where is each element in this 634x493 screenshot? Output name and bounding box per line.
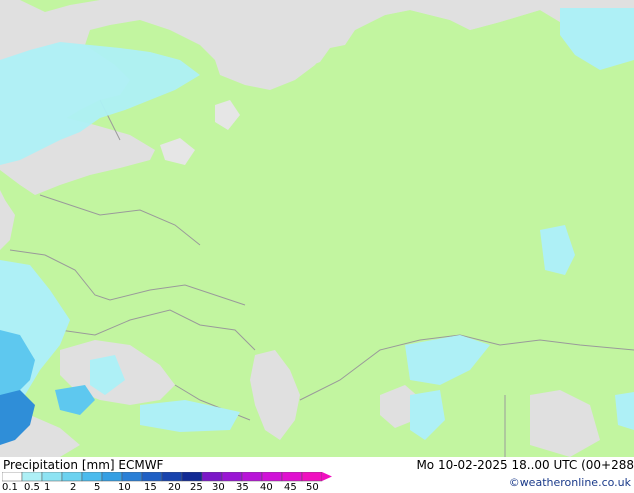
scale-swatch	[301, 472, 323, 482]
scale-arrow	[322, 472, 332, 481]
precipitation-title: Precipitation [mm] ECMWF	[3, 458, 164, 472]
scale-swatch	[81, 472, 103, 482]
scale-tick-label: 45	[284, 482, 297, 493]
scale-swatch	[281, 472, 303, 482]
legend-footer: Precipitation [mm] ECMWF Mo 10-02-2025 1…	[0, 457, 634, 493]
scale-tick-label: 1	[44, 482, 51, 493]
scale-tick-label: 20	[168, 482, 181, 493]
scale-swatch	[101, 472, 123, 482]
scale-swatch	[141, 472, 163, 482]
scale-tick-label: 25	[190, 482, 203, 493]
scale-tick-label: 0.5	[24, 482, 40, 493]
scale-swatch	[261, 472, 283, 482]
scale-swatch	[41, 472, 63, 482]
scale-swatch	[2, 472, 23, 482]
scale-tick-label: 0.1	[2, 482, 18, 493]
scale-tick-label: 2	[70, 482, 77, 493]
scale-tick-label: 30	[212, 482, 225, 493]
scale-tick-label: 15	[144, 482, 157, 493]
scale-swatch	[201, 472, 223, 482]
scale-tick-label: 10	[118, 482, 131, 493]
scale-tick-label: 5	[94, 482, 101, 493]
precipitation-map	[0, 0, 634, 457]
scale-swatch	[241, 472, 263, 482]
credit-text[interactable]: ©weatheronline.co.uk	[509, 476, 631, 489]
scale-tick-label: 40	[260, 482, 273, 493]
scale-swatch	[61, 472, 83, 482]
scale-swatch	[21, 472, 43, 482]
scale-swatch	[121, 472, 143, 482]
scale-swatch	[181, 472, 203, 482]
scale-tick-label: 35	[236, 482, 249, 493]
scale-tick-label: 50	[306, 482, 319, 493]
color-scale	[2, 472, 332, 482]
scale-swatch	[161, 472, 183, 482]
scale-swatch	[221, 472, 243, 482]
forecast-datetime: Mo 10-02-2025 18..00 UTC (00+288	[416, 458, 634, 472]
